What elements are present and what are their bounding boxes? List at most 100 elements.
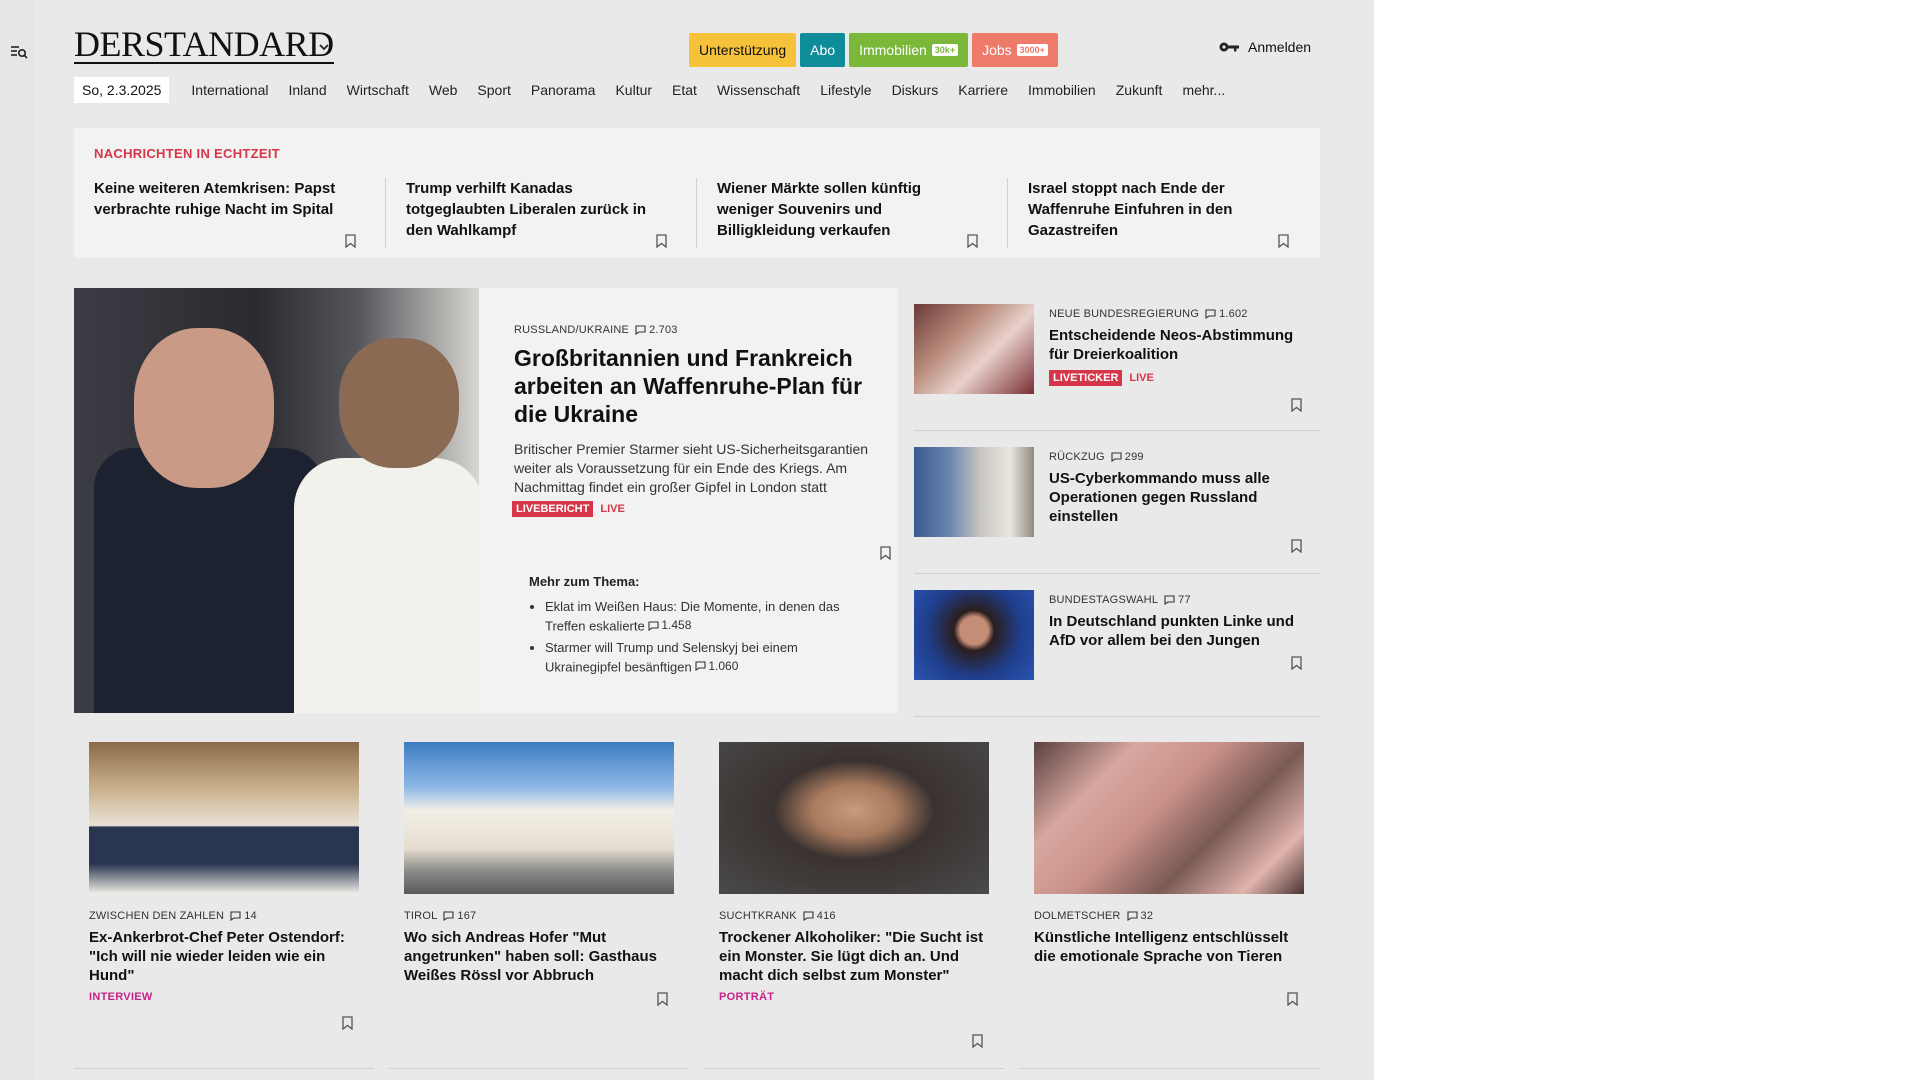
kicker-label: TIROL [404,910,438,922]
story-kicker: ZWISCHEN DEN ZAHLEN 14 [89,910,364,922]
story-card[interactable]: DOLMETSCHER 32 Künstliche Intelligenz en… [1019,742,1319,1069]
bookmark-icon[interactable] [1291,656,1302,670]
story-title[interactable]: In Deutschland punkten Linke und AfD vor… [1049,612,1314,650]
site-logo[interactable]: DERSTANDARD [74,26,334,64]
story-image[interactable] [404,742,674,894]
bookmark-icon[interactable] [656,234,667,248]
login-link[interactable]: Anmelden [1218,39,1311,55]
bookmark-icon[interactable] [972,1034,983,1048]
story-image[interactable] [1034,742,1304,894]
bookmark-icon[interactable] [1291,539,1302,553]
comment-count[interactable]: 1.458 [648,616,691,635]
top-button-group: Unterstützung Abo Immobilien 30k+ Jobs 300… [689,33,1058,67]
jobs-label: Jobs [982,42,1012,58]
key-icon [1219,42,1239,52]
bookmark-icon[interactable] [967,234,978,248]
related-link-text: Eklat im Weißen Haus: Die Momente, in de… [545,599,840,634]
nav-item-diskurs[interactable]: Diskurs [882,77,949,103]
nav-item-karriere[interactable]: Karriere [948,77,1018,103]
lead-story[interactable]: RUSSLAND/UKRAINE 2.703 Großbritannien un… [74,288,898,713]
ticker-item[interactable]: Trump verhilft Kanadas totgeglaubten Lib… [385,178,685,248]
nav-item-web[interactable]: Web [419,77,468,103]
ticker-item[interactable]: Israel stoppt nach Ende der Waffenruhe E… [1007,178,1307,248]
comment-icon [230,911,241,921]
bookmark-icon[interactable] [1291,398,1302,412]
nav-item-wissenschaft[interactable]: Wissenschaft [707,77,810,103]
ticker-item-title: Trump verhilft Kanadas totgeglaubten Lib… [406,180,647,239]
story-card[interactable]: SUCHTKRANK 416 Trockener Alkoholiker: "D… [704,742,1004,1069]
story-title[interactable]: Künstliche Intelligenz entschlüsselt die… [1034,928,1309,966]
lead-kicker: RUSSLAND/UKRAINE 2.703 [514,324,874,336]
comment-count[interactable]: 1.060 [695,657,738,676]
immobilien-button[interactable]: Immobilien 30k+ [849,33,969,67]
nav-item-kultur[interactable]: Kultur [605,77,662,103]
comment-count[interactable]: 416 [803,910,836,922]
bookmark-icon[interactable] [342,1016,353,1030]
immobilien-label: Immobilien [859,42,927,58]
abo-button[interactable]: Abo [800,33,846,67]
lead-tags: LIVEBERICHT LIVE [512,501,874,517]
story-thumbnail[interactable] [914,304,1034,394]
comment-count[interactable]: 77 [1164,594,1191,606]
comment-count-value: 32 [1140,910,1154,922]
jobs-button[interactable]: Jobs 3000+ [972,33,1058,67]
story-card[interactable]: ZWISCHEN DEN ZAHLEN 14 Ex-Ankerbrot-Chef… [74,742,374,1069]
nav-item-panorama[interactable]: Panorama [521,77,606,103]
story-kicker: BUNDESTAGSWAHL 77 [1049,594,1314,606]
kicker-label: RÜCKZUG [1049,451,1105,463]
story-title[interactable]: Ex-Ankerbrot-Chef Peter Ostendorf: "Ich … [89,928,364,985]
nav-item-sport[interactable]: Sport [467,77,520,103]
story-card[interactable]: TIROL 167 Wo sich Andreas Hofer "Mut ang… [389,742,689,1069]
story-image[interactable] [89,742,359,894]
comment-count[interactable]: 2.703 [635,324,678,336]
related-link[interactable]: Starmer will Trump und Selenskyj bei ein… [545,638,869,677]
jobs-badge: 3000+ [1016,44,1048,56]
story-tag: INTERVIEW [89,991,153,1003]
story-title[interactable]: Entscheidende Neos-Abstimmung für Dreier… [1049,326,1314,364]
bookmark-icon[interactable] [1278,234,1289,248]
side-story[interactable]: NEUE BUNDESREGIERUNG 1.602 Entscheidende… [914,288,1320,431]
bookmark-icon[interactable] [657,992,668,1006]
support-button[interactable]: Unterstützung [689,33,797,67]
ticker-item[interactable]: Keine weiteren Atemkrisen: Papst verbrac… [74,178,374,248]
nav-item-wirtschaft[interactable]: Wirtschaft [337,77,419,103]
comment-count[interactable]: 299 [1111,451,1144,463]
comment-count-value: 2.703 [649,324,678,336]
comment-count[interactable]: 1.602 [1205,308,1248,320]
nav-item-zukunft[interactable]: Zukunft [1106,77,1173,103]
nav-item-lifestyle[interactable]: Lifestyle [810,77,881,103]
side-story[interactable]: RÜCKZUG 299 US-Cyberkommando muss alle O… [914,431,1320,574]
story-title[interactable]: Trockener Alkoholiker: "Die Sucht ist ei… [719,928,994,985]
bookmark-icon[interactable] [345,234,356,248]
ticker-item-title: Israel stoppt nach Ende der Waffenruhe E… [1028,180,1233,239]
comment-icon [803,911,814,921]
nav-item-inland[interactable]: Inland [278,77,336,103]
menu-search-icon[interactable] [10,44,28,60]
bookmark-icon[interactable] [880,546,891,560]
nav-item-etat[interactable]: Etat [662,77,707,103]
bookmark-icon[interactable] [1287,992,1298,1006]
comment-count[interactable]: 32 [1126,910,1154,922]
comment-icon [1164,595,1175,605]
comment-count[interactable]: 167 [443,910,476,922]
immobilien-badge: 30k+ [931,44,959,56]
comment-icon [443,911,454,921]
lead-photo[interactable] [74,288,479,713]
side-story[interactable]: BUNDESTAGSWAHL 77 In Deutschland punkten… [914,574,1320,717]
related-link[interactable]: Eklat im Weißen Haus: Die Momente, in de… [545,597,869,636]
ticker-item[interactable]: Wiener Märkte sollen künftig weniger Sou… [696,178,996,248]
comment-icon [1126,911,1138,921]
story-thumbnail[interactable] [914,590,1034,680]
lead-title[interactable]: Großbritannien und Frankreich arbeiten a… [514,344,874,428]
liveticker-badge: LIVETICKER [1049,370,1123,386]
story-image[interactable] [719,742,989,894]
comment-count[interactable]: 14 [230,910,257,922]
kicker-label: BUNDESTAGSWAHL [1049,594,1159,606]
chevron-down-icon[interactable] [317,40,331,54]
nav-item-international[interactable]: International [181,77,278,103]
story-title[interactable]: Wo sich Andreas Hofer "Mut angetrunken" … [404,928,679,985]
nav-item-immobilien[interactable]: Immobilien [1018,77,1106,103]
nav-item-more[interactable]: mehr... [1172,77,1235,103]
story-title[interactable]: US-Cyberkommando muss alle Operationen g… [1049,469,1314,526]
story-thumbnail[interactable] [914,447,1034,537]
